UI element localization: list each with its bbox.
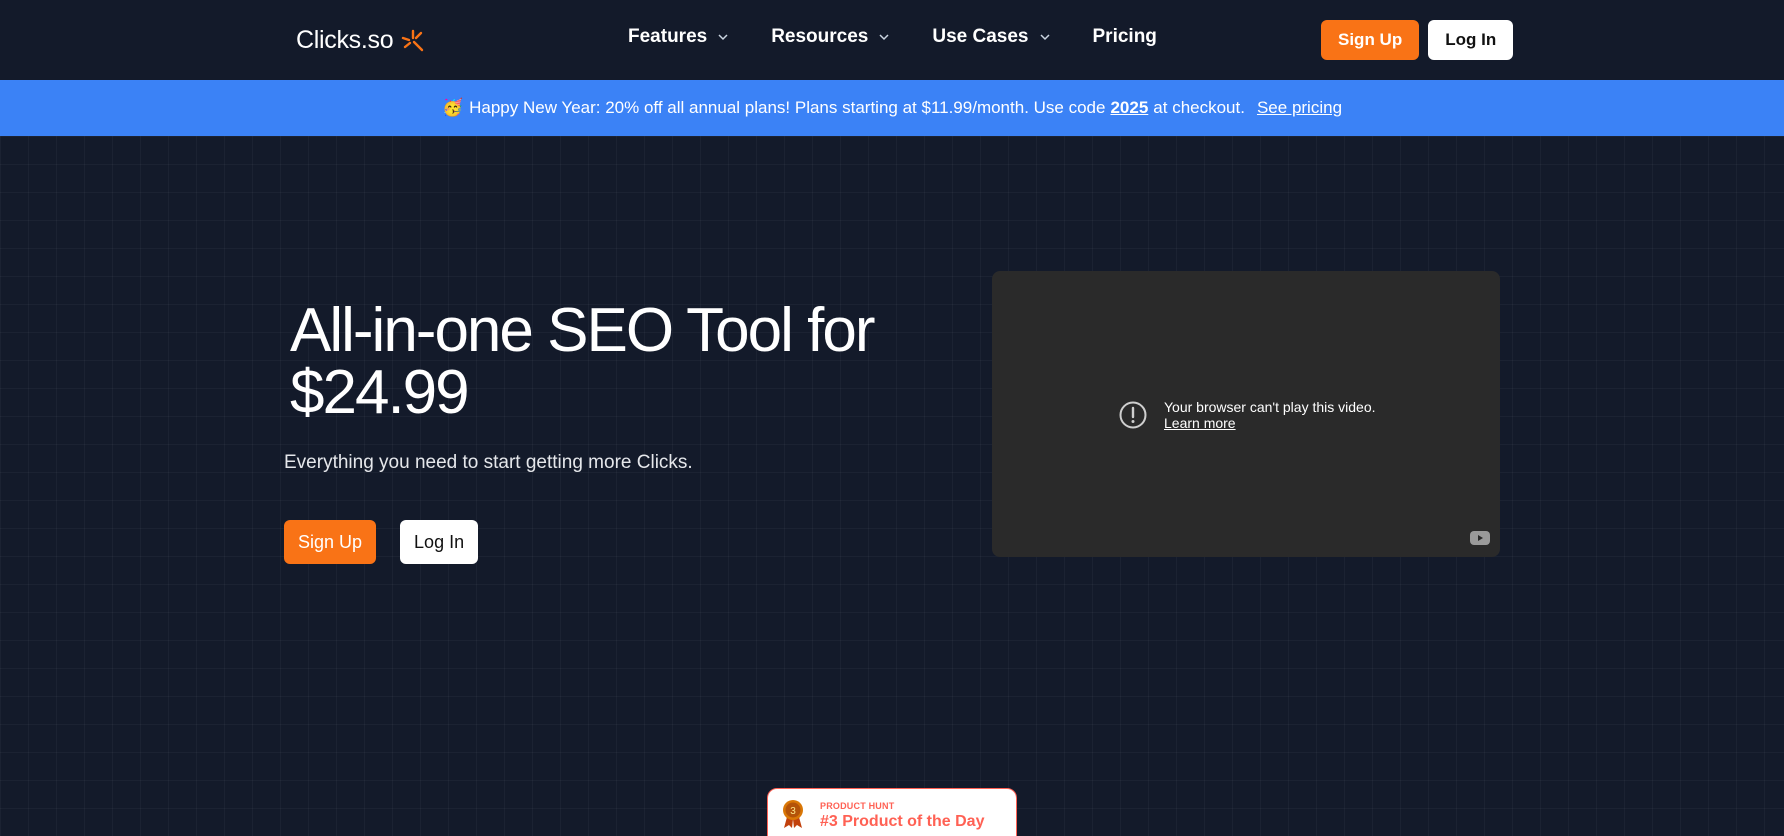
product-hunt-rank: #3 Product of the Day [820, 813, 985, 830]
hero-actions: Sign Up Log In [284, 520, 479, 564]
chevron-down-icon [879, 34, 889, 41]
nav-resources-label: Resources [771, 26, 869, 47]
nav-features-label: Features [628, 26, 708, 47]
site-header: Clicks.so Features Resources Use Cases P… [0, 0, 1784, 80]
learn-more-link[interactable]: Learn more [1164, 415, 1376, 431]
product-hunt-badge[interactable]: 3 PRODUCT HUNT #3 Product of the Day [767, 788, 1017, 836]
header-actions: Sign Up Log In [1321, 20, 1514, 60]
header-signup-button[interactable]: Sign Up [1321, 20, 1420, 60]
logo-text: Clicks.so [296, 26, 394, 54]
promo-code: 2025 [1110, 98, 1149, 117]
party-emoji: 🥳 [441, 98, 464, 117]
youtube-icon[interactable] [1470, 531, 1490, 545]
chevron-down-icon [1039, 34, 1050, 41]
video-error: Your browser can't play this video. Lear… [1118, 399, 1376, 431]
banner-text: Happy New Year: 20% off all annual plans… [469, 98, 1106, 117]
nav-features[interactable]: Features [628, 26, 729, 48]
alert-circle-icon [1119, 401, 1147, 429]
main-nav: Features Resources Use Cases Pricing [628, 26, 1199, 48]
hero-title: All-in-one SEO Tool for $24.99 [290, 296, 875, 427]
chevron-down-icon [718, 34, 728, 41]
sparkle-icon [402, 29, 424, 51]
nav-resources[interactable]: Resources [771, 26, 890, 48]
hero-signup-button[interactable]: Sign Up [284, 520, 377, 564]
logo[interactable]: Clicks.so [296, 26, 425, 55]
nav-pricing-label: Pricing [1092, 26, 1157, 47]
product-hunt-label: PRODUCT HUNT [820, 801, 895, 811]
background-grid [0, 136, 1784, 836]
hero-subtitle: Everything you need to start getting mor… [284, 452, 693, 473]
nav-use-cases[interactable]: Use Cases [932, 26, 1050, 48]
promo-banner: 🥳 Happy New Year: 20% off all annual pla… [0, 80, 1784, 136]
hero-login-button[interactable]: Log In [400, 520, 479, 564]
video-error-message: Your browser can't play this video. Lear… [1164, 399, 1376, 431]
see-pricing-link[interactable]: See pricing [1257, 98, 1342, 118]
nav-pricing[interactable]: Pricing [1093, 26, 1157, 48]
video-error-text: Your browser can't play this video. [1164, 399, 1376, 415]
medal-number: 3 [790, 806, 796, 817]
nav-use-cases-label: Use Cases [932, 26, 1029, 47]
medal-icon: 3 [783, 800, 803, 828]
header-login-button[interactable]: Log In [1428, 20, 1514, 60]
video-player[interactable]: Your browser can't play this video. Lear… [992, 271, 1500, 557]
banner-text-after: at checkout. [1153, 98, 1245, 117]
